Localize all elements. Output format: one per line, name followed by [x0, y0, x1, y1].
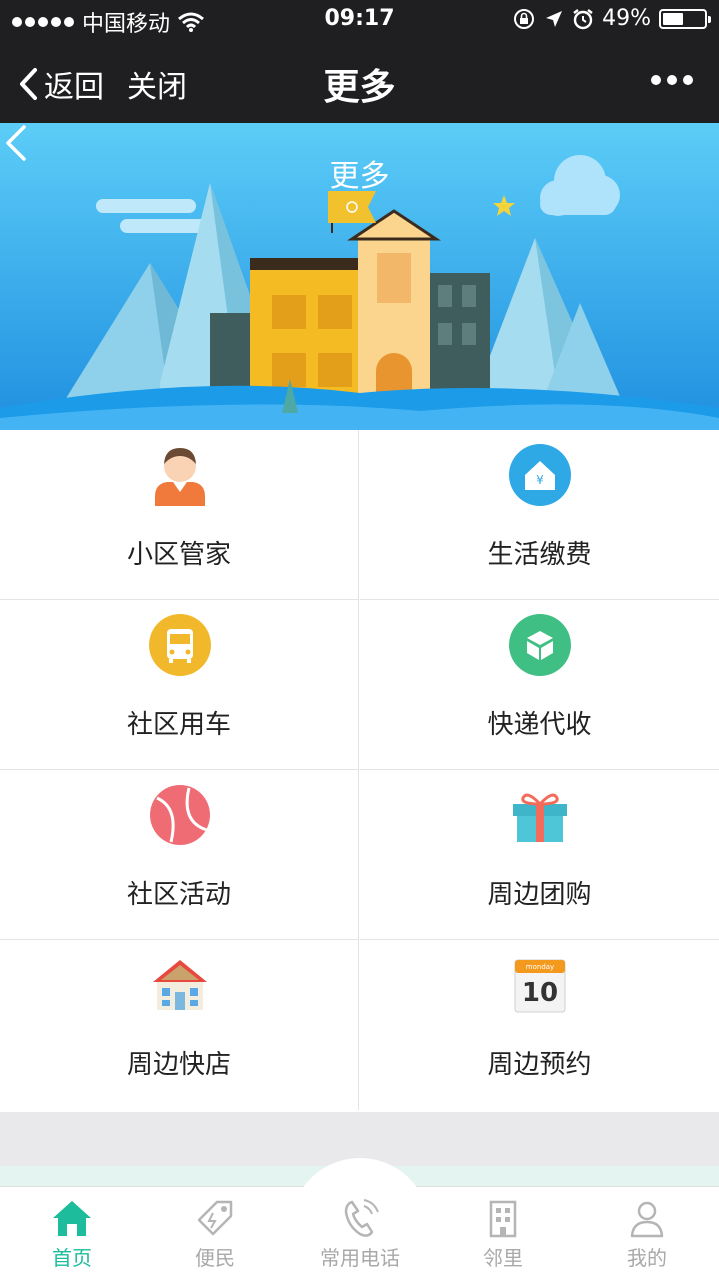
- gift-icon: [513, 793, 567, 842]
- tab-neighbors[interactable]: 邻里: [443, 1190, 563, 1276]
- grid-item-payment[interactable]: ¥ 生活缴费: [360, 430, 719, 600]
- person-icon: [630, 1201, 664, 1238]
- status-right: 49%: [512, 6, 711, 31]
- grid-item-label: 生活缴费: [487, 540, 592, 570]
- tab-label: 便民: [195, 1246, 235, 1270]
- grid-item-community-car[interactable]: 社区用车: [0, 600, 359, 770]
- grid-item-label: 社区用车: [126, 710, 231, 740]
- bus-icon: [149, 614, 211, 676]
- butler-avatar-icon: [155, 448, 205, 506]
- grid-item-label: 周边预约: [487, 1050, 592, 1080]
- more-menu-button[interactable]: [651, 75, 693, 85]
- home-icon: [53, 1201, 91, 1236]
- more-dot-icon: [667, 75, 677, 85]
- grid-item-group-buy[interactable]: 周边团购: [360, 770, 719, 940]
- tab-label: 首页: [52, 1246, 92, 1270]
- building-icon: [489, 1200, 517, 1238]
- tab-label: 常用电话: [320, 1246, 400, 1270]
- more-dot-icon: [683, 75, 693, 85]
- page-title: 更多: [323, 67, 396, 108]
- rotation-lock-icon: [514, 8, 535, 29]
- status-bar: 中国移动 09:17 49%: [0, 0, 719, 40]
- svg-text:¥: ¥: [536, 473, 544, 487]
- banner-title: 更多: [329, 159, 390, 194]
- location-icon: [546, 10, 563, 27]
- nav-bar: 返回 关闭 更多: [0, 40, 719, 123]
- calendar-weekday: monday: [526, 963, 554, 971]
- grid-item-label: 快递代收: [487, 710, 592, 740]
- tab-home[interactable]: 首页: [12, 1190, 132, 1276]
- payment-house-icon: ¥: [509, 444, 571, 506]
- battery-icon: [659, 8, 711, 29]
- grid-item-label: 社区活动: [126, 880, 231, 910]
- grid-item-activity[interactable]: 社区活动: [0, 770, 359, 940]
- tab-convenience[interactable]: 便民: [155, 1190, 275, 1276]
- tab-label: 我的: [627, 1246, 667, 1270]
- calendar-day: 10: [522, 978, 558, 1008]
- grid-item-butler[interactable]: 小区管家: [0, 430, 359, 600]
- package-box-icon: [509, 614, 571, 676]
- tab-phone[interactable]: 常用电话: [300, 1190, 420, 1276]
- tab-label: 邻里: [483, 1246, 523, 1270]
- grid-item-express[interactable]: 快递代收: [360, 600, 719, 770]
- grid-item-nearby-shop[interactable]: 周边快店: [0, 940, 359, 1110]
- ball-icon: [150, 785, 210, 845]
- calendar-icon: monday 10: [514, 959, 566, 1013]
- tag-icon: [197, 1200, 233, 1236]
- app-root: 中国移动 09:17 49% 返回 关闭 更多 更多 小区管家 ¥ 生活缴费 社…: [0, 0, 719, 1280]
- grid-item-label: 周边团购: [487, 880, 592, 910]
- grid-item-label: 小区管家: [126, 540, 231, 570]
- banner: 更多: [0, 123, 719, 430]
- more-dot-icon: [651, 75, 661, 85]
- battery-percent: 49%: [602, 6, 651, 31]
- alarm-icon: [573, 8, 593, 29]
- phone-icon: [344, 1199, 379, 1237]
- service-grid: 小区管家 ¥ 生活缴费 社区用车 快递代收 社区活动 周边团购 周边快店 mon…: [0, 430, 719, 1112]
- shop-icon: [153, 960, 207, 1010]
- grid-item-reservation[interactable]: monday 10 周边预约: [360, 940, 719, 1110]
- grid-item-label: 周边快店: [126, 1050, 231, 1080]
- tab-mine[interactable]: 我的: [587, 1190, 707, 1276]
